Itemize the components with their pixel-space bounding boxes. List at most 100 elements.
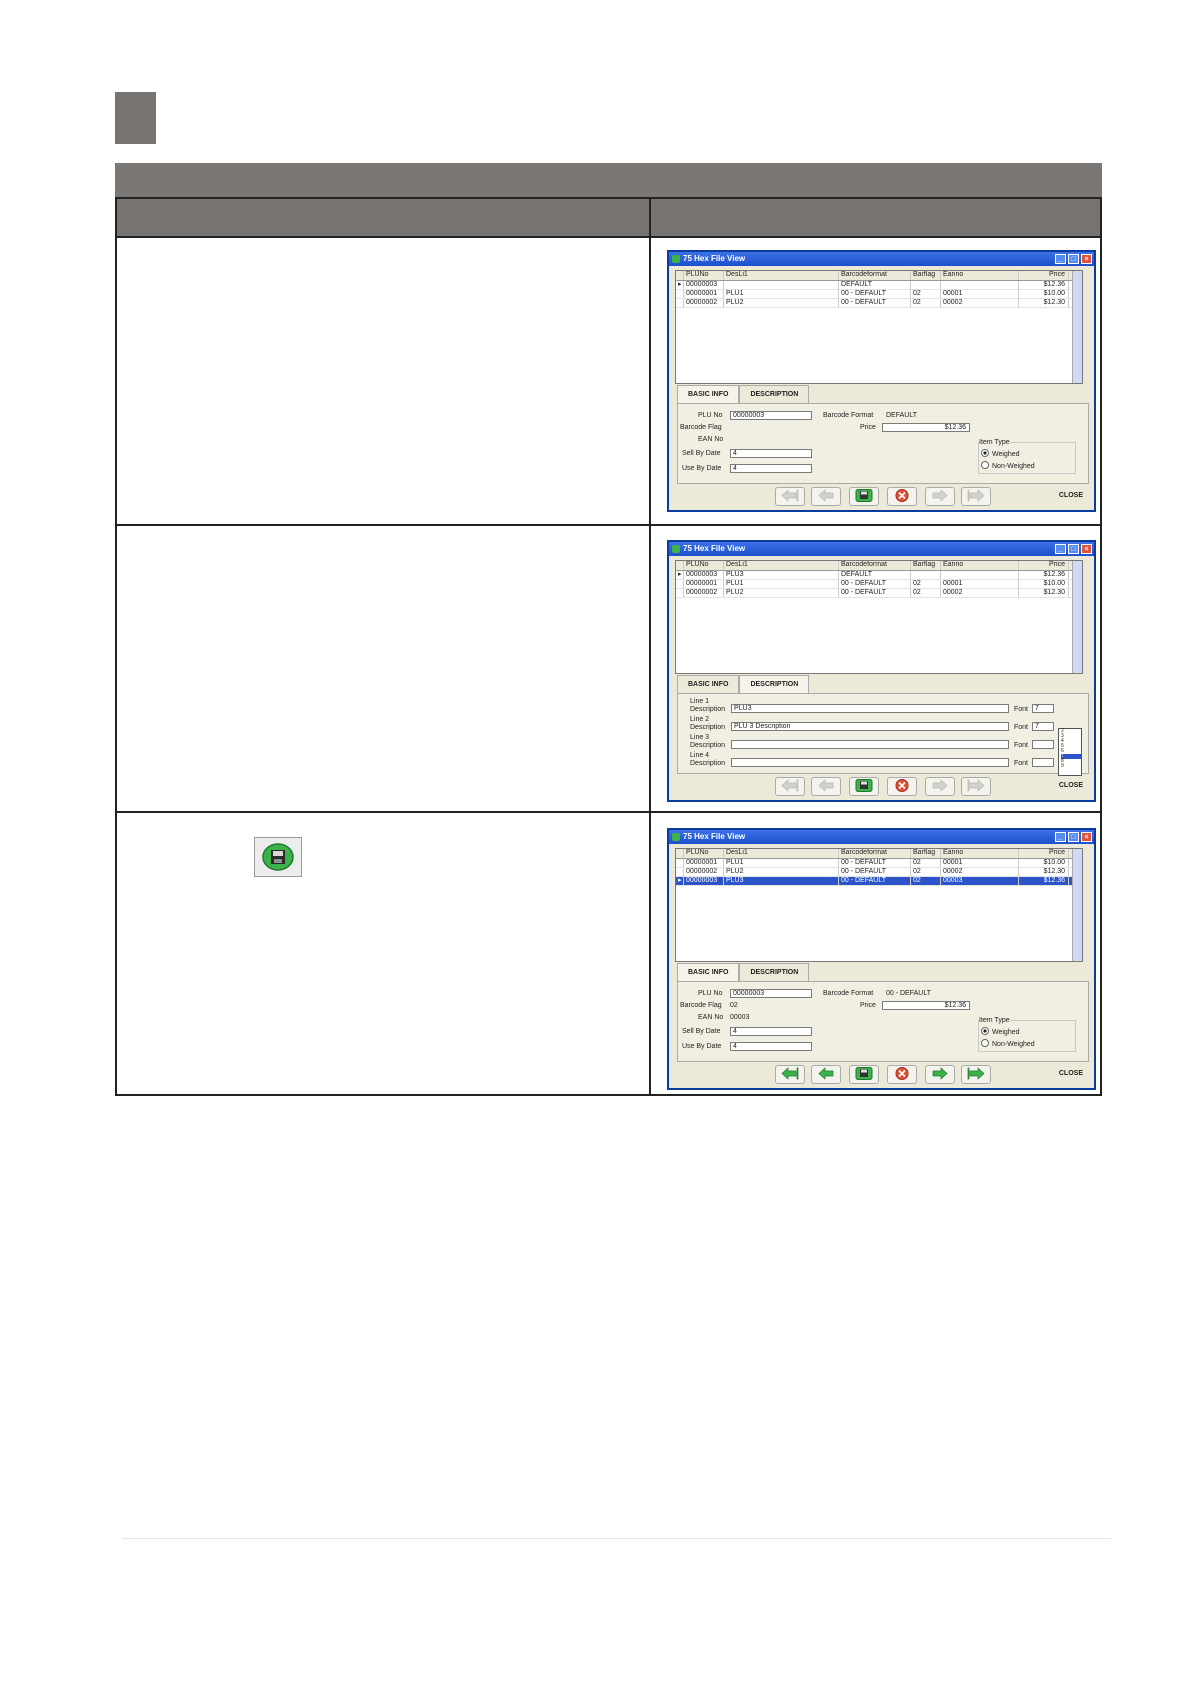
table-row[interactable]: 00000001 PLU1 00 - DEFAULT 02 00001 $10.00 xyxy=(676,859,1082,868)
description-field[interactable]: PLU 3 Description xyxy=(731,722,1009,731)
non-weighed-radio[interactable]: Non-Weighed xyxy=(981,461,1035,470)
grid-column-header[interactable]: Barcodeformat xyxy=(839,561,911,570)
tab-basic-info[interactable]: BASIC INFO xyxy=(677,385,740,403)
table-row[interactable]: ▸ 00000003 PLU3 DEFAULT $12.36 xyxy=(676,571,1082,580)
close-button[interactable]: CLOSE xyxy=(1059,492,1083,499)
row-selector[interactable] xyxy=(676,589,684,597)
grid-column-header[interactable]: PLUNo xyxy=(684,271,724,280)
row-selector[interactable]: ▸ xyxy=(676,877,684,885)
last-button[interactable] xyxy=(961,1065,991,1084)
table-row[interactable]: ▸ 00000003 PLU3 00 - DEFAULT 02 00003 $12.36 xyxy=(676,877,1082,886)
description-field[interactable] xyxy=(731,758,1009,767)
grid-column-header[interactable]: Price xyxy=(1019,849,1069,858)
table-row[interactable]: ▸ 00000003 DEFAULT $12.36 xyxy=(676,281,1082,290)
prev-button[interactable] xyxy=(811,777,841,796)
font-select[interactable] xyxy=(1032,740,1054,749)
grid-column-header[interactable]: Barcodeformat xyxy=(839,271,911,280)
row-selector[interactable]: ▸ xyxy=(676,571,684,579)
sell-by-date-field[interactable]: 4 xyxy=(730,449,812,458)
table-row[interactable]: 00000001 PLU1 00 - DEFAULT 02 00001 $10.00 xyxy=(676,290,1082,299)
row-selector[interactable] xyxy=(676,859,684,867)
tab-basic-info[interactable]: BASIC INFO xyxy=(677,675,740,693)
price-field[interactable]: $12.36 xyxy=(882,423,970,432)
non-weighed-radio[interactable]: Non-Weighed xyxy=(981,1039,1035,1048)
grid-header: PLUNo DesLi1 Barcodeformat Barflag Eanno Pric… xyxy=(676,561,1082,571)
close-icon[interactable]: × xyxy=(1081,544,1092,554)
close-button[interactable]: CLOSE xyxy=(1059,782,1083,789)
description-field[interactable] xyxy=(731,740,1009,749)
close-icon[interactable]: × xyxy=(1081,254,1092,264)
vertical-scrollbar[interactable] xyxy=(1072,561,1082,673)
minimize-icon[interactable]: _ xyxy=(1055,544,1066,554)
price-field[interactable]: $12.36 xyxy=(882,1001,970,1010)
grid-column-header[interactable]: Eanno xyxy=(941,849,1019,858)
prev-button[interactable] xyxy=(811,487,841,506)
table-row[interactable]: 00000002 PLU2 00 - DEFAULT 02 00002 $12.30 xyxy=(676,299,1082,308)
grid-column-header[interactable]: Eanno xyxy=(941,561,1019,570)
next-button[interactable] xyxy=(925,487,955,506)
plu-no-field[interactable]: 00000003 xyxy=(730,411,812,420)
maximize-icon[interactable]: □ xyxy=(1068,544,1079,554)
barcode-flag-value: 02 xyxy=(730,1002,738,1009)
use-by-date-field[interactable]: 4 xyxy=(730,1042,812,1051)
vertical-scrollbar[interactable] xyxy=(1072,849,1082,961)
maximize-icon[interactable]: □ xyxy=(1068,832,1079,842)
row-selector[interactable] xyxy=(676,580,684,588)
grid-column-header[interactable]: DesLi1 xyxy=(724,561,839,570)
grid-column-header[interactable]: Price xyxy=(1019,271,1069,280)
row-selector[interactable] xyxy=(676,868,684,876)
prev-button[interactable] xyxy=(811,1065,841,1084)
grid-column-header[interactable]: Price xyxy=(1019,561,1069,570)
grid-column-header[interactable]: DesLi1 xyxy=(724,271,839,280)
last-button[interactable] xyxy=(961,487,991,506)
table-row[interactable]: 00000001 PLU1 00 - DEFAULT 02 00001 $10.00 xyxy=(676,580,1082,589)
save-button[interactable] xyxy=(849,1065,879,1084)
save-button[interactable] xyxy=(849,777,879,796)
grid-column-header[interactable]: DesLi1 xyxy=(724,849,839,858)
use-by-date-field[interactable]: 4 xyxy=(730,464,812,473)
font-select[interactable]: 7 xyxy=(1032,722,1054,731)
font-option[interactable]: 9 xyxy=(1061,764,1081,769)
close-icon[interactable]: × xyxy=(1081,832,1092,842)
minimize-icon[interactable]: _ xyxy=(1055,832,1066,842)
plu-no-field[interactable]: 00000003 xyxy=(730,989,812,998)
first-button[interactable] xyxy=(775,487,805,506)
weighed-radio[interactable]: Weighed xyxy=(981,449,1020,458)
grid-column-header[interactable]: PLUNo xyxy=(684,561,724,570)
next-button[interactable] xyxy=(925,1065,955,1084)
tab-description[interactable]: DESCRIPTION xyxy=(739,963,810,981)
row-selector[interactable] xyxy=(676,290,684,298)
font-dropdown-list[interactable]: 23456789 xyxy=(1058,728,1082,776)
app-icon xyxy=(672,545,680,553)
grid-column-header[interactable]: Barflag xyxy=(911,849,941,858)
row-selector[interactable] xyxy=(676,299,684,307)
grid-column-header[interactable]: Barflag xyxy=(911,271,941,280)
delete-button[interactable] xyxy=(887,1065,917,1084)
next-button[interactable] xyxy=(925,777,955,796)
font-select[interactable]: 7 xyxy=(1032,704,1054,713)
grid-column-header[interactable]: Barflag xyxy=(911,561,941,570)
grid-column-header[interactable]: Barcodeformat xyxy=(839,849,911,858)
description-field[interactable]: PLU3 xyxy=(731,704,1009,713)
minimize-icon[interactable]: _ xyxy=(1055,254,1066,264)
first-button[interactable] xyxy=(775,777,805,796)
save-button[interactable] xyxy=(849,487,879,506)
delete-button[interactable] xyxy=(887,487,917,506)
tab-description[interactable]: DESCRIPTION xyxy=(739,675,810,693)
grid-column-header[interactable]: Eanno xyxy=(941,271,1019,280)
weighed-radio[interactable]: Weighed xyxy=(981,1027,1020,1036)
close-button[interactable]: CLOSE xyxy=(1059,1070,1083,1077)
table-row[interactable]: 00000002 PLU2 00 - DEFAULT 02 00002 $12.30 xyxy=(676,589,1082,598)
table-row[interactable]: 00000002 PLU2 00 - DEFAULT 02 00002 $12.30 xyxy=(676,868,1082,877)
font-select[interactable] xyxy=(1032,758,1054,767)
first-button[interactable] xyxy=(775,1065,805,1084)
tab-description[interactable]: DESCRIPTION xyxy=(739,385,810,403)
maximize-icon[interactable]: □ xyxy=(1068,254,1079,264)
last-button[interactable] xyxy=(961,777,991,796)
tab-basic-info[interactable]: BASIC INFO xyxy=(677,963,740,981)
grid-column-header[interactable]: PLUNo xyxy=(684,849,724,858)
vertical-scrollbar[interactable] xyxy=(1072,271,1082,383)
sell-by-date-field[interactable]: 4 xyxy=(730,1027,812,1036)
row-selector[interactable]: ▸ xyxy=(676,281,684,289)
delete-button[interactable] xyxy=(887,777,917,796)
